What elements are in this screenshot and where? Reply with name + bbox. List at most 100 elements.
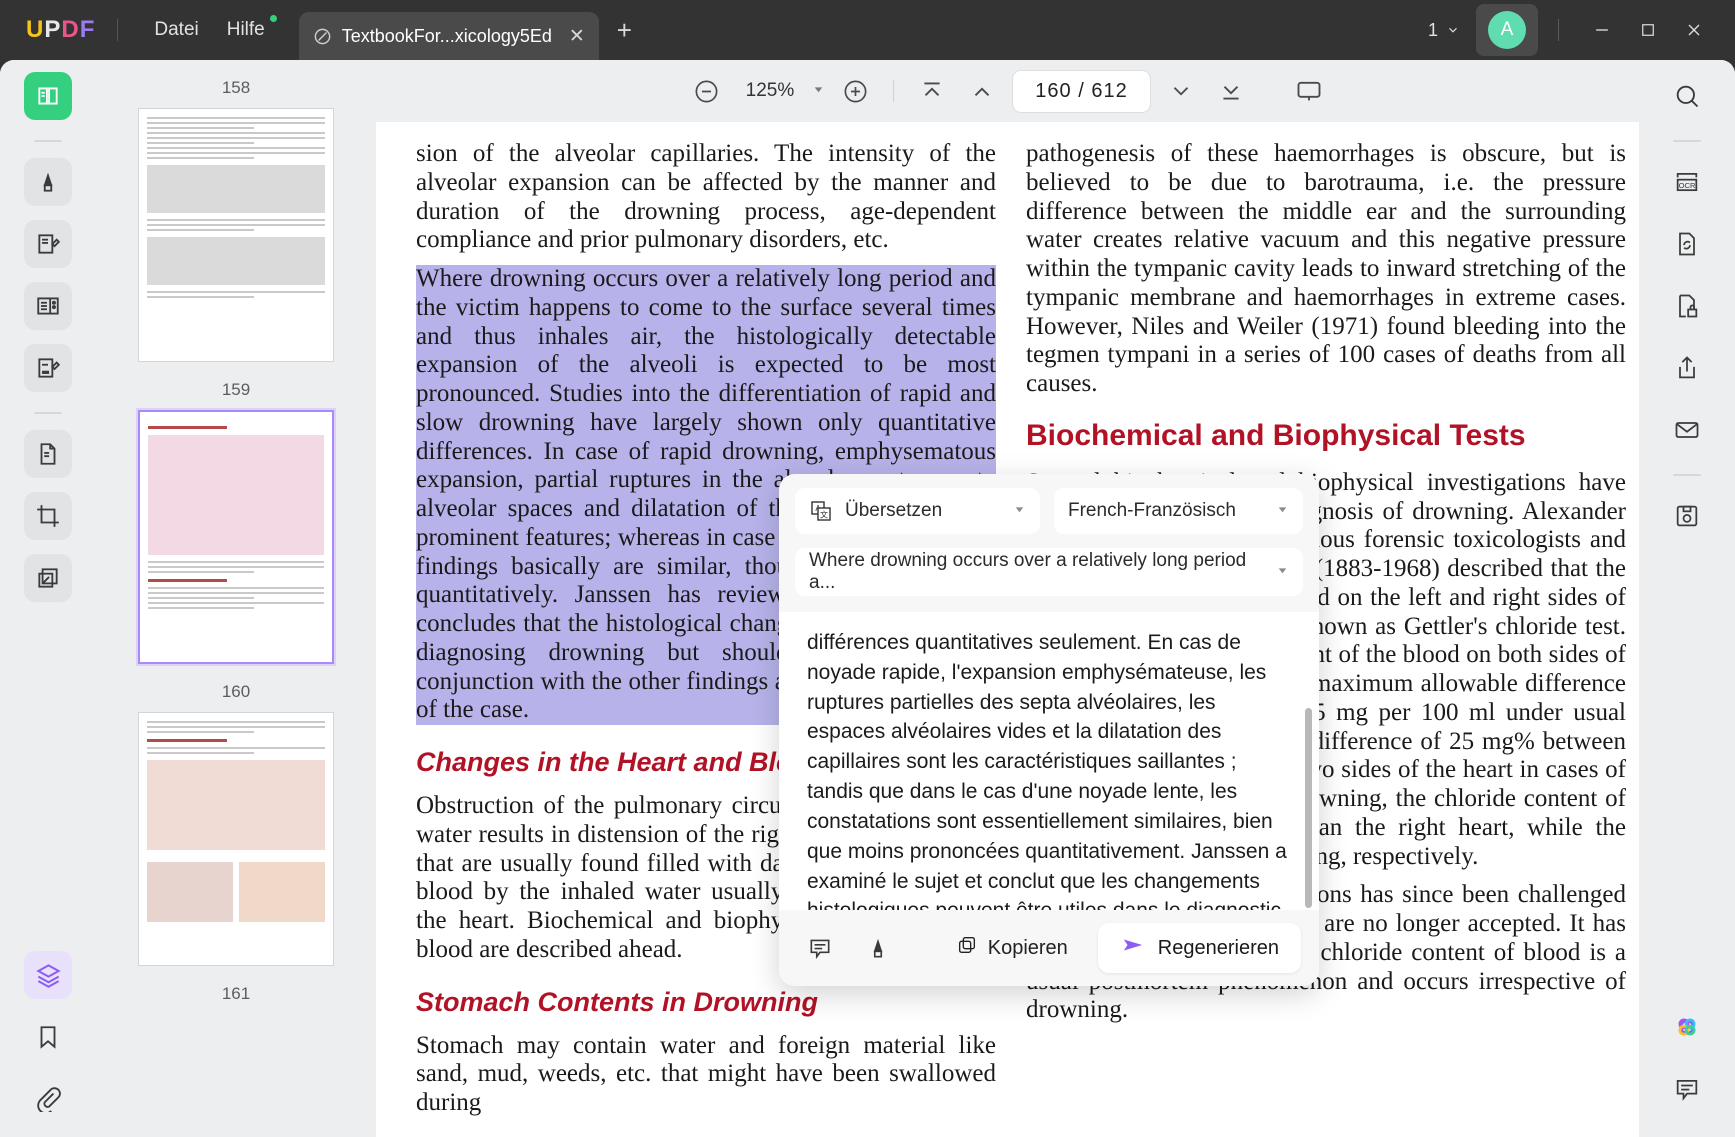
document-tab-label: TextbookFor...xicology5Ed: [341, 25, 552, 46]
minimize-button[interactable]: [1579, 10, 1625, 50]
zoom-out-icon[interactable]: [686, 71, 726, 111]
document-tab-icon: [313, 27, 332, 46]
thumbnail-number: 158: [221, 78, 251, 97]
divider: [1673, 474, 1701, 476]
copy-button[interactable]: Kopieren: [940, 926, 1084, 970]
document-toolbar: 125% 160 / 612: [376, 60, 1639, 122]
menu-datei[interactable]: Datei: [140, 13, 212, 47]
chevron-down-icon: [1276, 564, 1289, 580]
previous-page-icon[interactable]: [962, 71, 1002, 111]
divider: [893, 80, 895, 102]
divider: [34, 140, 62, 142]
menu-hilfe-label: Hilfe: [226, 19, 265, 40]
translation-scrollbar[interactable]: [1305, 708, 1312, 908]
window-instance-count: 1: [1427, 19, 1438, 40]
sidebar-item-page-form[interactable]: [24, 282, 72, 330]
protect-document-icon[interactable]: [1663, 282, 1711, 330]
divider: [117, 19, 119, 41]
document-tab[interactable]: TextbookFor...xicology5Ed ✕: [298, 12, 599, 60]
updf-logo: UPDF: [26, 16, 96, 43]
source-text-label: Where drowning occurs over a relatively …: [809, 550, 1247, 593]
page-number-field[interactable]: 160 / 612: [1012, 69, 1151, 113]
copy-label: Kopieren: [987, 936, 1068, 959]
window-instance-selector[interactable]: 1: [1428, 20, 1460, 41]
highlighter-icon[interactable]: [855, 926, 901, 970]
last-page-icon[interactable]: [1211, 71, 1251, 111]
current-page: 160: [1035, 79, 1072, 102]
thumbnail-panel[interactable]: 158 159 160 161: [96, 60, 376, 1137]
thumbnail-page-161[interactable]: [138, 712, 334, 966]
convert-file-icon[interactable]: [1663, 220, 1711, 268]
zoom-level[interactable]: 125%: [736, 80, 795, 102]
menu-datei-label: Datei: [154, 19, 199, 40]
chevron-down-icon: [1449, 27, 1457, 33]
presentation-icon[interactable]: [1289, 71, 1329, 111]
sidebar-item-bookmark[interactable]: [24, 1013, 72, 1061]
thumbnail-page-158[interactable]: [138, 108, 334, 362]
target-language-label: French-Französisch: [1068, 500, 1236, 521]
translate-popup-controls: A 文 Übersetzen French-Französisch: [779, 474, 1319, 534]
target-language-select[interactable]: French-Französisch: [1054, 488, 1303, 534]
translation-text: différences quantitatives seulement. En …: [807, 631, 1287, 910]
regenerate-send-icon: [1120, 934, 1146, 962]
sidebar-item-highlighter[interactable]: [24, 158, 72, 206]
thumbnail-preview: [147, 117, 325, 353]
sidebar-item-annotate[interactable]: [24, 344, 72, 392]
notification-dot-icon: [269, 15, 277, 22]
search-icon[interactable]: [1663, 72, 1711, 120]
add-comment-icon[interactable]: [797, 926, 843, 970]
page-separator: /: [1078, 79, 1085, 102]
doc-paragraph: pathogenesis of these haemorrhages is ob…: [1026, 140, 1626, 397]
doc-paragraph: Stomach may contain water and foreign ma…: [416, 1031, 996, 1117]
sidebar-item-organize[interactable]: [24, 430, 72, 478]
app-body: 158 159 160 161 125% 160 / 612 sion of t…: [0, 60, 1735, 1137]
sidebar-item-layers[interactable]: [24, 951, 72, 999]
doc-heading-stomach-contents: Stomach Contents in Drowning: [416, 986, 818, 1017]
total-pages: 612: [1091, 79, 1128, 102]
share-icon[interactable]: [1663, 344, 1711, 392]
thumbnail-page-160[interactable]: [138, 410, 334, 664]
translate-mode-select[interactable]: A 文 Übersetzen: [795, 488, 1040, 534]
new-tab-button[interactable]: +: [617, 15, 632, 46]
doc-paragraph: sion of the alveolar capillaries. The in…: [416, 140, 996, 254]
sidebar-item-convert[interactable]: [24, 554, 72, 602]
title-bar: UPDF Datei Hilfe TextbookFor...xicology5…: [0, 0, 1735, 60]
zoom-in-icon[interactable]: [835, 71, 875, 111]
account-button[interactable]: A: [1476, 4, 1538, 56]
next-page-icon[interactable]: [1161, 71, 1201, 111]
thumbnail-number: 159: [221, 380, 251, 399]
left-toolbar: [0, 60, 96, 1137]
chevron-down-icon: [1276, 503, 1289, 519]
window-controls: 1 A: [1428, 4, 1735, 56]
sidebar-item-edit-pdf[interactable]: [24, 220, 72, 268]
first-page-icon[interactable]: [912, 71, 952, 111]
email-icon[interactable]: [1663, 406, 1711, 454]
translate-icon: A 文: [809, 499, 833, 523]
translation-result-area[interactable]: différences quantitatives seulement. En …: [779, 612, 1319, 910]
copy-icon: [956, 934, 978, 962]
ocr-icon[interactable]: OCR: [1663, 158, 1711, 206]
thumbnail-number: 160: [221, 682, 251, 701]
avatar: A: [1488, 11, 1526, 49]
source-text-select[interactable]: Where drowning occurs over a relatively …: [795, 548, 1303, 596]
sidebar-item-attachment[interactable]: [24, 1075, 72, 1123]
chevron-down-icon[interactable]: [812, 83, 825, 99]
regenerate-button[interactable]: Regenerieren: [1097, 923, 1301, 973]
svg-text:OCR: OCR: [1679, 181, 1696, 190]
svg-text:文: 文: [820, 510, 828, 520]
close-window-button[interactable]: [1671, 10, 1717, 50]
ai-assistant-icon[interactable]: [1663, 1003, 1711, 1051]
divider: [1673, 140, 1701, 142]
save-as-icon[interactable]: [1663, 492, 1711, 540]
divider: [34, 412, 62, 414]
sidebar-item-reader[interactable]: [24, 72, 72, 120]
comment-icon[interactable]: [1663, 1065, 1711, 1113]
sidebar-item-crop[interactable]: [24, 492, 72, 540]
menu-hilfe[interactable]: Hilfe: [213, 13, 279, 47]
thumbnail-preview: [147, 721, 325, 957]
maximize-button[interactable]: [1625, 10, 1671, 50]
translate-popup-footer: Kopieren Regenerieren: [779, 910, 1319, 986]
translate-popup[interactable]: A 文 Übersetzen French-Französisch Where …: [779, 474, 1319, 986]
close-tab-icon[interactable]: ✕: [569, 25, 585, 48]
divider: [1558, 19, 1559, 41]
